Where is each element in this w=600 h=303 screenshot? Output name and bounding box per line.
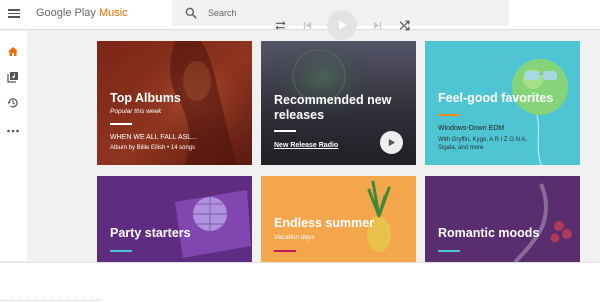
album-meta: Album by Billie Eilish • 14 songs (110, 145, 196, 151)
logo-text: Google Play (36, 7, 99, 19)
card-top-albums[interactable]: Top Albums Popular this week WHEN WE ALL… (97, 41, 252, 165)
play-button[interactable] (327, 10, 357, 40)
divider (438, 250, 460, 252)
card-title: Romantic moods (438, 226, 540, 240)
card-party-starters[interactable]: Party starters (97, 176, 252, 262)
next-button[interactable] (372, 20, 383, 31)
recents-icon[interactable] (6, 96, 20, 110)
app-header: Google Play Music (0, 0, 600, 30)
repeat-icon (275, 21, 286, 30)
card-title: Party starters (110, 226, 191, 240)
divider (274, 250, 296, 252)
library-icon[interactable] (6, 70, 20, 84)
repeat-button[interactable] (274, 19, 287, 32)
divider (438, 114, 460, 116)
card-title: Endless summer (274, 216, 375, 230)
play-radio-button[interactable] (380, 131, 403, 154)
card-subtitle: Popular this week (110, 108, 162, 115)
nav-rail (0, 31, 27, 261)
next-icon (373, 21, 382, 30)
play-icon (339, 20, 347, 30)
menu-icon[interactable] (8, 9, 20, 18)
previous-button[interactable] (302, 20, 313, 31)
playlist-name: Windows-Down EDM (438, 125, 505, 132)
card-title: Feel-good favorites (438, 91, 554, 105)
home-icon[interactable] (6, 44, 20, 58)
logo-accent-text: Music (98, 7, 128, 19)
player-bar (0, 262, 600, 303)
card-title: Recommended new releases (274, 93, 392, 122)
card-romantic-moods[interactable]: Romantic moods (425, 176, 580, 262)
card-subtitle: Vacation days (274, 234, 315, 241)
card-endless-summer[interactable]: Endless summer Vacation days (261, 176, 416, 262)
progress-track (0, 300, 100, 301)
previous-icon (303, 21, 312, 30)
new-release-radio-link[interactable]: New Release Radio (274, 142, 338, 149)
divider (110, 123, 132, 125)
shuffle-button[interactable] (398, 19, 411, 32)
card-feel-good-favorites[interactable]: Feel-good favorites Windows-Down EDM Wit… (425, 41, 580, 165)
playlist-artists: With Gryffin, Kygo, A R I Z O N A, (438, 137, 527, 143)
card-title: Top Albums (110, 91, 181, 105)
card-recommended-releases[interactable]: Recommended new releases New Release Rad… (261, 41, 416, 165)
search-icon[interactable] (184, 6, 198, 20)
app-logo[interactable]: Google Play Music (36, 7, 128, 19)
album-title: WHEN WE ALL FALL ASL... (110, 134, 198, 141)
more-icon[interactable] (6, 124, 20, 138)
shuffle-icon (399, 20, 410, 31)
playlist-artists-more: Sigala, and more (438, 145, 484, 151)
divider (110, 250, 132, 252)
play-icon (388, 138, 396, 147)
divider (274, 130, 296, 132)
